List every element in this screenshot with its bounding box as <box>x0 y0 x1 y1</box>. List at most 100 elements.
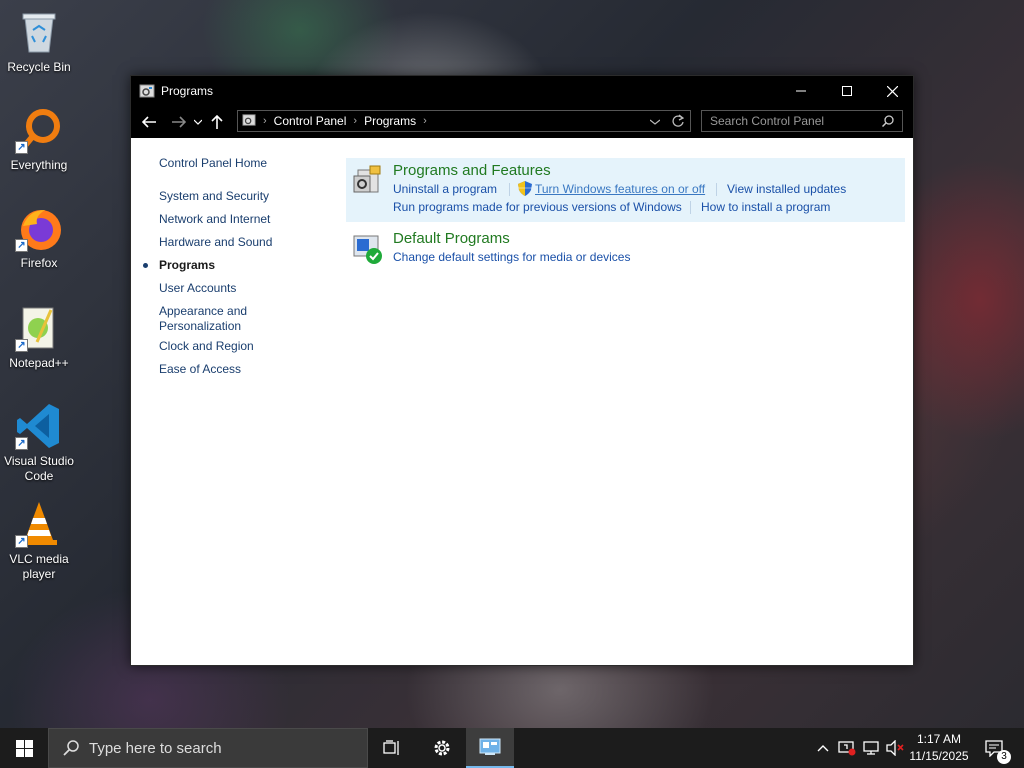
breadcrumb-separator-icon[interactable]: › <box>423 115 427 127</box>
title-bar[interactable]: Programs <box>131 76 913 106</box>
nav-clock-and-region[interactable]: Clock and Region <box>159 339 254 354</box>
recycle-bin-icon <box>15 8 63 56</box>
notification-count-badge: 3 <box>997 750 1011 764</box>
network-tray-button[interactable] <box>860 728 882 768</box>
window-title: Programs <box>161 84 214 98</box>
minimize-button[interactable] <box>778 76 824 106</box>
change-default-settings-link[interactable]: Change default settings for media or dev… <box>393 250 630 264</box>
address-bar[interactable]: › Control Panel › Programs › <box>237 110 691 132</box>
taskbar-search-box[interactable]: Type here to search <box>48 728 368 768</box>
programs-features-icon <box>352 164 384 196</box>
programs-and-features-category: Programs and Features Uninstall a progra… <box>346 158 905 222</box>
control-panel-taskbar-button[interactable] <box>466 728 514 768</box>
up-arrow-icon <box>211 115 223 129</box>
nav-appearance-and-personalization[interactable]: Appearance and Personalization <box>159 304 269 334</box>
desktop-icon-label: Everything <box>10 158 68 172</box>
link-divider <box>690 201 691 214</box>
view-installed-updates-link[interactable]: View installed updates <box>727 182 846 196</box>
nav-programs[interactable]: Programs <box>159 258 215 273</box>
desktop-icon-everything[interactable]: ↗ Everything <box>2 106 76 173</box>
default-programs-icon <box>352 232 384 264</box>
search-icon <box>881 115 894 130</box>
everything-search-icon: ↗ <box>15 106 63 154</box>
turn-windows-features-link[interactable]: Turn Windows features on or off <box>535 182 705 196</box>
nav-system-and-security[interactable]: System and Security <box>159 189 269 204</box>
programs-window: Programs › Control Panel › Programs › Se… <box>130 75 914 666</box>
control-panel-icon <box>479 738 501 755</box>
refresh-icon <box>672 114 685 127</box>
desktop-icon-vlc[interactable]: ↗ VLC media player <box>2 500 76 582</box>
breadcrumb-control-panel[interactable]: Control Panel <box>274 114 347 128</box>
maximize-icon <box>842 86 852 96</box>
search-control-panel-input[interactable]: Search Control Panel <box>701 110 903 132</box>
control-panel-icon <box>242 113 256 130</box>
back-button[interactable] <box>137 110 161 134</box>
breadcrumb-programs[interactable]: Programs <box>364 114 416 128</box>
how-to-install-program-link[interactable]: How to install a program <box>701 200 830 214</box>
vlc-icon: ↗ <box>15 500 63 548</box>
refresh-button[interactable] <box>672 114 685 130</box>
desktop-icon-notepad-plus-plus[interactable]: ↗ Notepad++ <box>2 304 76 371</box>
search-placeholder: Search Control Panel <box>710 114 825 128</box>
desktop-icon-label: Recycle Bin <box>7 60 71 74</box>
default-programs-title[interactable]: Default Programs <box>393 230 510 247</box>
search-icon <box>63 740 79 756</box>
taskbar-search-placeholder: Type here to search <box>89 739 222 757</box>
firefox-icon: ↗ <box>15 204 63 252</box>
security-tray-button[interactable] <box>836 728 858 768</box>
volume-muted-icon <box>886 740 904 756</box>
desktop-icon-recycle-bin[interactable]: Recycle Bin <box>2 8 76 75</box>
nav-network-and-internet[interactable]: Network and Internet <box>159 212 270 227</box>
default-programs-category: Default Programs Change default settings… <box>346 226 905 266</box>
desktop-icon-label: VLC media player <box>9 552 69 581</box>
up-button[interactable] <box>205 110 229 134</box>
notepad-plus-plus-icon: ↗ <box>15 304 63 352</box>
address-dropdown-button[interactable] <box>649 114 661 128</box>
close-icon <box>886 85 898 97</box>
clock-date: 11/15/2025 <box>909 749 969 763</box>
maximize-button[interactable] <box>824 76 870 106</box>
show-hidden-icons-button[interactable] <box>812 728 834 768</box>
chevron-up-icon <box>817 745 829 752</box>
run-older-programs-link[interactable]: Run programs made for previous versions … <box>393 200 682 214</box>
programs-and-features-title[interactable]: Programs and Features <box>393 162 551 179</box>
link-divider <box>509 183 510 196</box>
start-button[interactable] <box>0 728 48 768</box>
network-icon <box>863 741 879 755</box>
navigation-bar: › Control Panel › Programs › Search Cont… <box>131 106 913 138</box>
action-center-button[interactable]: 3 <box>978 728 1011 768</box>
desktop-icon-label: Visual Studio Code <box>4 454 74 483</box>
nav-user-accounts[interactable]: User Accounts <box>159 281 236 296</box>
task-view-button[interactable] <box>368 728 416 768</box>
link-divider <box>716 183 717 196</box>
desktop-icon-label: Notepad++ <box>9 356 69 370</box>
forward-button[interactable] <box>167 110 191 134</box>
nav-hardware-and-sound[interactable]: Hardware and Sound <box>159 235 272 250</box>
desktop-icon-vscode[interactable]: ↗ Visual Studio Code <box>2 402 76 484</box>
nav-ease-of-access[interactable]: Ease of Access <box>159 362 241 377</box>
close-button[interactable] <box>869 76 915 106</box>
uac-shield-icon <box>518 181 532 201</box>
forward-arrow-icon <box>172 116 186 128</box>
current-item-bullet <box>143 263 148 268</box>
taskbar-clock[interactable]: 1:17 AM 11/15/2025 <box>904 731 974 765</box>
taskbar: Type here to search 1:17 AM 11/15/2025 3 <box>0 728 1024 768</box>
uninstall-program-link[interactable]: Uninstall a program <box>393 182 497 196</box>
chevron-down-icon <box>194 119 202 125</box>
gear-icon <box>434 740 450 756</box>
windows-logo-icon <box>15 739 33 757</box>
chevron-down-icon <box>649 119 661 125</box>
breadcrumb-separator-icon: › <box>263 115 267 127</box>
breadcrumb-separator-icon: › <box>353 115 358 127</box>
vscode-icon: ↗ <box>15 402 63 450</box>
security-alert-icon <box>838 741 856 756</box>
desktop-icon-firefox[interactable]: ↗ Firefox <box>2 204 76 271</box>
minimize-icon <box>796 90 806 92</box>
content-area: Control Panel Home System and Security N… <box>131 138 913 665</box>
clock-time: 1:17 AM <box>916 732 962 746</box>
settings-taskbar-button[interactable] <box>418 728 466 768</box>
desktop-icon-label: Firefox <box>20 256 58 270</box>
control-panel-home-link[interactable]: Control Panel Home <box>159 156 267 171</box>
volume-tray-button[interactable] <box>884 728 906 768</box>
recent-locations-button[interactable] <box>191 110 205 134</box>
